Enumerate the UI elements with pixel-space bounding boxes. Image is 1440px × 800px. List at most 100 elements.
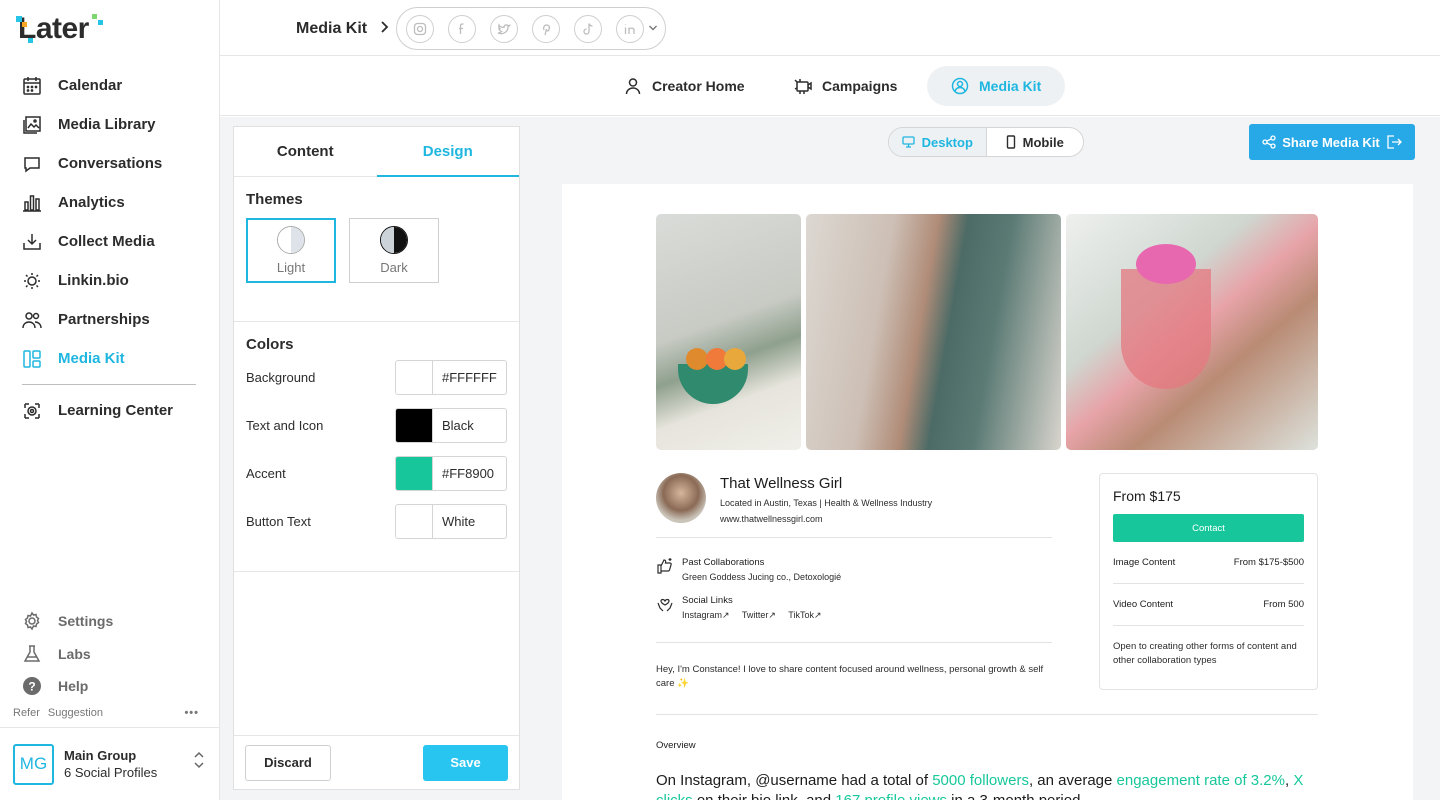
- stat-engagement: engagement rate of 3.2%: [1116, 772, 1285, 789]
- color-value[interactable]: Black: [433, 409, 474, 442]
- tab-label: Campaigns: [822, 78, 898, 94]
- thumbs-up-sparkle-icon: [656, 557, 674, 575]
- share-media-kit-button[interactable]: Share Media Kit: [1249, 124, 1415, 160]
- button-text-color-field[interactable]: White: [395, 503, 507, 539]
- price-row-value: From 500: [1263, 599, 1304, 610]
- tiktok-icon[interactable]: [574, 14, 602, 43]
- overview-text-part: On Instagram, @username had a total of: [656, 772, 933, 789]
- social-profile-selector[interactable]: [396, 7, 666, 50]
- color-value[interactable]: #FF8900: [433, 457, 494, 490]
- sidebar-item-settings[interactable]: Settings: [0, 605, 220, 638]
- profile-avatar: [656, 473, 706, 523]
- cover-photo-portrait: [806, 214, 1061, 450]
- sidebar-item-learning-center[interactable]: Learning Center: [0, 391, 220, 430]
- social-links: Social Links Instagram↗ Twitter↗ TikTok↗: [656, 595, 832, 621]
- twitter-icon[interactable]: [490, 14, 518, 43]
- bottom-nav: Settings Labs ? Help: [0, 605, 220, 703]
- themes-list: Light Dark: [234, 208, 519, 322]
- price-row-value: From $175-$500: [1233, 557, 1304, 568]
- color-label: Button Text: [246, 513, 311, 529]
- more-menu-icon[interactable]: •••: [184, 707, 199, 719]
- pinterest-icon[interactable]: [532, 14, 560, 43]
- instagram-link[interactable]: Instagram↗: [682, 610, 730, 620]
- past-collab-title: Past Collaborations: [682, 557, 765, 568]
- top-bar: Media Kit: [220, 0, 1440, 56]
- suggestion-link[interactable]: Suggestion: [48, 707, 103, 719]
- cover-photo-fruit: [656, 214, 801, 450]
- color-swatch[interactable]: [396, 408, 433, 442]
- creator-website[interactable]: www.thatwellnessgirl.com: [720, 514, 823, 524]
- desktop-icon: [901, 136, 915, 148]
- link-icon: [22, 271, 42, 291]
- media-kit-icon: [22, 349, 42, 369]
- color-swatch[interactable]: [396, 360, 433, 394]
- themes-title: Themes: [246, 191, 303, 208]
- creator-name: That Wellness Girl: [720, 475, 843, 492]
- group-name: Main Group: [64, 748, 137, 763]
- linkedin-icon[interactable]: [616, 14, 644, 43]
- refer-link[interactable]: Refer: [13, 707, 40, 719]
- theme-label: Light: [276, 260, 306, 275]
- theme-light-option[interactable]: Light: [246, 218, 336, 283]
- sidebar-item-collect-media[interactable]: Collect Media: [0, 222, 220, 261]
- desktop-view-button[interactable]: Desktop: [889, 128, 987, 156]
- breadcrumb-label[interactable]: Media Kit: [296, 20, 367, 38]
- group-switcher[interactable]: MG Main Group 6 Social Profiles: [0, 727, 219, 800]
- theme-dark-option[interactable]: Dark: [349, 218, 439, 283]
- discard-button[interactable]: Discard: [245, 744, 331, 781]
- color-label: Background: [246, 369, 316, 385]
- stat-followers: 5000 followers: [932, 772, 1029, 789]
- tab-creator-home[interactable]: Creator Home: [600, 66, 769, 106]
- tab-media-kit[interactable]: Media Kit: [927, 66, 1066, 106]
- sidebar-item-partnerships[interactable]: Partnerships: [0, 300, 220, 339]
- color-swatch[interactable]: [396, 504, 433, 538]
- sidebar-item-linkin-bio[interactable]: Linkin.bio: [0, 261, 220, 300]
- accent-color-field[interactable]: #FF8900: [395, 455, 507, 491]
- instagram-icon[interactable]: [406, 14, 434, 43]
- nav-divider: [22, 384, 196, 385]
- mobile-label: Mobile: [1022, 134, 1064, 150]
- sidebar-item-media-library[interactable]: Media Library: [0, 105, 220, 144]
- background-color-field[interactable]: #FFFFFF: [395, 359, 507, 395]
- sidebar-item-calendar[interactable]: Calendar: [0, 66, 220, 105]
- overview-text: On Instagram, @username had a total of 5…: [656, 771, 1316, 800]
- share-icon: [1262, 135, 1276, 149]
- sidebar-item-help[interactable]: ? Help: [0, 670, 220, 703]
- text-icon-color-field[interactable]: Black: [395, 407, 507, 443]
- tab-design[interactable]: Design: [376, 127, 520, 177]
- price-row-image: Image Content From $175-$500: [1113, 542, 1304, 584]
- sidebar-item-media-kit[interactable]: Media Kit: [0, 339, 220, 378]
- tiktok-link[interactable]: TikTok↗: [788, 610, 821, 620]
- sidebar-item-label: Collect Media: [58, 233, 155, 250]
- save-button[interactable]: Save: [423, 744, 508, 781]
- color-row-accent: Accent #FF8900: [234, 449, 519, 497]
- user-icon: [624, 77, 642, 95]
- sidebar-item-labs[interactable]: Labs: [0, 638, 220, 671]
- share-label: Share Media Kit: [1282, 134, 1380, 150]
- bar-chart-icon: [22, 193, 42, 213]
- contact-button[interactable]: Contact: [1113, 514, 1304, 542]
- mobile-view-button[interactable]: Mobile: [987, 128, 1084, 156]
- color-label: Accent: [246, 465, 286, 481]
- color-swatch[interactable]: [396, 456, 433, 490]
- past-collab-value: Green Goddess Jucing co., Detoxologié: [682, 572, 842, 582]
- sidebar-item-conversations[interactable]: Conversations: [0, 144, 220, 183]
- colors-section: Colors Background #FFFFFF Text and Icon …: [234, 322, 519, 572]
- tab-campaigns[interactable]: Campaigns: [770, 66, 921, 106]
- tab-content[interactable]: Content: [234, 127, 377, 176]
- half-circle-dark-icon: [380, 226, 408, 254]
- overview-text-part: on their bio link, and: [693, 792, 836, 800]
- color-value[interactable]: White: [433, 505, 475, 538]
- chat-icon: [22, 154, 42, 174]
- sidebar-item-analytics[interactable]: Analytics: [0, 183, 220, 222]
- sidebar-item-label: Learning Center: [58, 402, 174, 419]
- twitter-link[interactable]: Twitter↗: [742, 610, 776, 620]
- past-collaborations: Past Collaborations Green Goddess Jucing…: [656, 557, 841, 582]
- price-title: From $175: [1113, 488, 1181, 504]
- external-exit-icon: [1386, 135, 1402, 149]
- sidebar-item-label: Calendar: [58, 77, 123, 94]
- facebook-icon[interactable]: [448, 14, 476, 43]
- divider: [656, 714, 1318, 715]
- color-value[interactable]: #FFFFFF: [433, 361, 497, 394]
- later-logo[interactable]: Later: [16, 12, 103, 46]
